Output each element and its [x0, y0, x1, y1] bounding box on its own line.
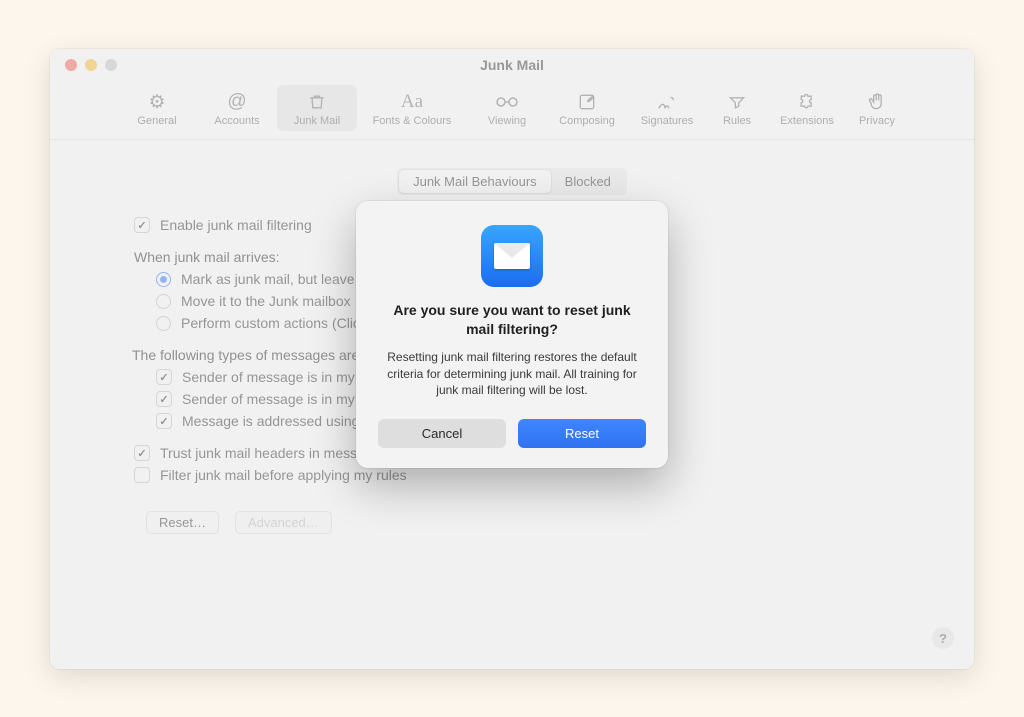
gear-icon: ⚙︎ [119, 91, 195, 113]
titlebar: Junk Mail [50, 49, 974, 81]
toolbar-viewing-label: Viewing [469, 115, 545, 127]
toolbar-fonts-colours-label: Fonts & Colours [359, 115, 465, 127]
toolbar-junk-mail-label: Junk Mail [279, 115, 355, 127]
preferences-window: Junk Mail ⚙︎ General @ Accounts Junk Mai… [50, 49, 974, 669]
reset-confirm-dialog: Are you sure you want to reset junk mail… [356, 201, 668, 468]
checkbox-exempt-prev-recipients[interactable] [156, 391, 172, 407]
puzzle-icon [769, 91, 845, 113]
toolbar-privacy-label: Privacy [849, 115, 905, 127]
envelope-icon [494, 243, 530, 269]
radio-move-junk[interactable] [156, 294, 171, 309]
dialog-message: Resetting junk mail filtering restores t… [378, 349, 646, 399]
compose-icon [549, 91, 625, 113]
toolbar-signatures-label: Signatures [629, 115, 705, 127]
toolbar-extensions-label: Extensions [769, 115, 845, 127]
glasses-icon [469, 91, 545, 113]
checkbox-filter-before-rules[interactable] [134, 467, 150, 483]
toolbar-composing[interactable]: Composing [547, 85, 627, 131]
help-button[interactable]: ? [932, 627, 954, 649]
zoom-window-button[interactable] [105, 59, 117, 71]
toolbar-accounts-label: Accounts [199, 115, 275, 127]
reset-button[interactable]: Reset… [146, 511, 219, 534]
confirm-reset-button[interactable]: Reset [518, 419, 646, 448]
checkbox-exempt-contacts[interactable] [156, 369, 172, 385]
toolbar-fonts-colours[interactable]: Aa Fonts & Colours [357, 85, 467, 131]
label-filter-before-rules: Filter junk mail before applying my rule… [160, 467, 407, 483]
label-enable-filtering: Enable junk mail filtering [160, 217, 312, 233]
radio-custom-actions[interactable] [156, 316, 171, 331]
checkbox-exempt-fullname[interactable] [156, 413, 172, 429]
toolbar-rules[interactable]: Rules [707, 85, 767, 131]
cancel-button[interactable]: Cancel [378, 419, 506, 448]
font-icon: Aa [359, 91, 465, 113]
toolbar-extensions[interactable]: Extensions [767, 85, 847, 131]
toolbar-accounts[interactable]: @ Accounts [197, 85, 277, 131]
preferences-toolbar: ⚙︎ General @ Accounts Junk Mail Aa Fonts… [50, 81, 974, 140]
toolbar-rules-label: Rules [709, 115, 765, 127]
toolbar-composing-label: Composing [549, 115, 625, 127]
trash-icon [279, 91, 355, 113]
toolbar-general[interactable]: ⚙︎ General [117, 85, 197, 131]
label-move-junk: Move it to the Junk mailbox [181, 293, 351, 309]
toolbar-signatures[interactable]: Signatures [627, 85, 707, 131]
tab-behaviours[interactable]: Junk Mail Behaviours [399, 170, 551, 193]
hand-icon [849, 91, 905, 113]
tab-blocked[interactable]: Blocked [551, 170, 625, 193]
signature-icon [629, 91, 705, 113]
segmented-control: Junk Mail Behaviours Blocked [74, 168, 950, 195]
checkbox-enable-filtering[interactable] [134, 217, 150, 233]
window-traffic-lights [65, 59, 117, 71]
window-title: Junk Mail [480, 57, 544, 73]
toolbar-privacy[interactable]: Privacy [847, 85, 907, 131]
rules-icon [709, 91, 765, 113]
checkbox-trust-headers[interactable] [134, 445, 150, 461]
toolbar-junk-mail[interactable]: Junk Mail [277, 85, 357, 131]
advanced-button: Advanced… [235, 511, 332, 534]
toolbar-viewing[interactable]: Viewing [467, 85, 547, 131]
toolbar-general-label: General [119, 115, 195, 127]
label-trust-headers: Trust junk mail headers in messages [160, 445, 387, 461]
close-window-button[interactable] [65, 59, 77, 71]
radio-mark-junk[interactable] [156, 272, 171, 287]
mail-app-icon [481, 225, 543, 287]
dialog-title: Are you sure you want to reset junk mail… [378, 301, 646, 339]
at-icon: @ [199, 91, 275, 113]
minimize-window-button[interactable] [85, 59, 97, 71]
